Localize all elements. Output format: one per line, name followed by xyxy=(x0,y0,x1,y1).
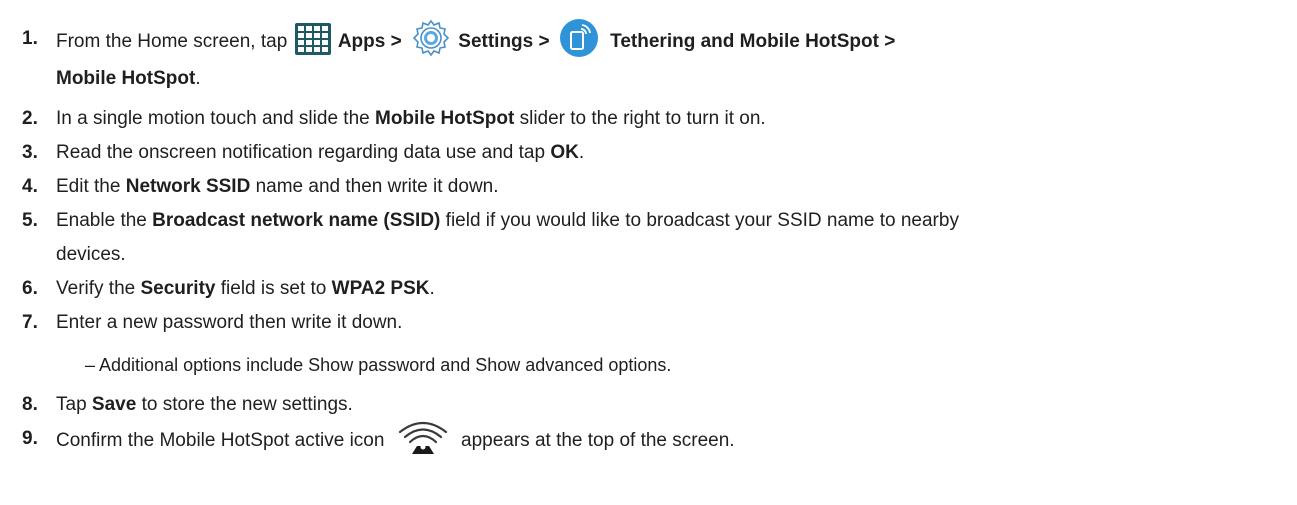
step-9: 9. Confirm the Mobile HotSpot active ico… xyxy=(0,421,1297,460)
step-number: 9. xyxy=(22,428,38,449)
step-text: name and then write it down. xyxy=(255,176,499,197)
mobile-hotspot-label: Mobile HotSpot xyxy=(56,68,196,89)
step-text: Confirm the Mobile HotSpot active icon xyxy=(56,430,385,452)
step-text: slider to the right to turn it on. xyxy=(519,108,766,129)
step-bold-text: Security xyxy=(140,278,216,299)
mobile-hotspot-icon xyxy=(394,416,452,454)
step-bold-text: WPA2 PSK xyxy=(331,278,430,299)
tethering-label: Tethering and Mobile HotSpot > xyxy=(610,31,896,53)
apps-label: Apps > xyxy=(337,31,402,53)
step-bold-text: OK xyxy=(550,142,579,163)
step-bold-text: Network SSID xyxy=(125,176,251,197)
step-number: 8. xyxy=(22,394,38,415)
step-7-note: – Additional options include Show passwo… xyxy=(85,355,672,375)
step-text: In a single motion touch and slide the xyxy=(56,108,370,129)
step-text: Enter a new password then write it down. xyxy=(56,312,403,333)
step-text: Edit the xyxy=(56,176,121,197)
settings-gear-icon xyxy=(411,18,451,58)
tethering-phone-icon xyxy=(559,18,599,58)
apps-grid-icon xyxy=(294,23,331,55)
step-text-end: . xyxy=(195,68,201,89)
step-bold-text: Broadcast network name (SSID) xyxy=(152,210,441,231)
step-7: 7. Enter a new password then write it do… xyxy=(0,306,1297,340)
step-text: field if you would like to broadcast you… xyxy=(445,210,959,231)
instruction-document: 1. From the Home screen, tap Apps > Sett… xyxy=(0,0,1297,505)
step-text: appears at the top of the screen. xyxy=(461,430,735,452)
step-number: 3. xyxy=(22,142,38,163)
step-number: 5. xyxy=(22,210,38,231)
step-4: 4. Edit the Network SSID name and then w… xyxy=(0,170,1297,204)
step-text: . xyxy=(578,142,585,163)
step-number: 7. xyxy=(22,312,38,333)
step-text: field is set to xyxy=(220,278,327,299)
settings-label: Settings > xyxy=(458,31,550,53)
step-text: devices. xyxy=(56,244,126,265)
step-text: Enable the xyxy=(56,210,147,231)
step-text: . xyxy=(429,278,435,299)
step-text: Verify the xyxy=(56,278,136,299)
step-text: to store the new settings. xyxy=(141,394,353,415)
step-3: 3. Read the onscreen notification regard… xyxy=(0,136,1297,170)
step-1: 1. From the Home screen, tap Apps > Sett… xyxy=(0,19,1297,96)
step-6: 6. Verify the Security field is set to W… xyxy=(0,272,1297,306)
step-bold-text: Mobile HotSpot xyxy=(375,108,515,129)
step-text: From the Home screen, tap xyxy=(56,31,288,53)
step-number: 4. xyxy=(22,176,38,197)
step-8: 8. Tap Save to store the new settings. xyxy=(0,388,1297,422)
step-bold-text: Save xyxy=(91,394,137,415)
step-5: 5. Enable the Broadcast network name (SS… xyxy=(0,204,1297,272)
step-number: 1. xyxy=(22,28,38,49)
step-2: 2. In a single motion touch and slide th… xyxy=(0,102,1297,136)
step-number: 6. xyxy=(22,278,38,299)
step-number: 2. xyxy=(22,108,38,129)
step-text: Read the onscreen notification regarding… xyxy=(56,142,546,163)
step-text: Tap xyxy=(56,394,87,415)
